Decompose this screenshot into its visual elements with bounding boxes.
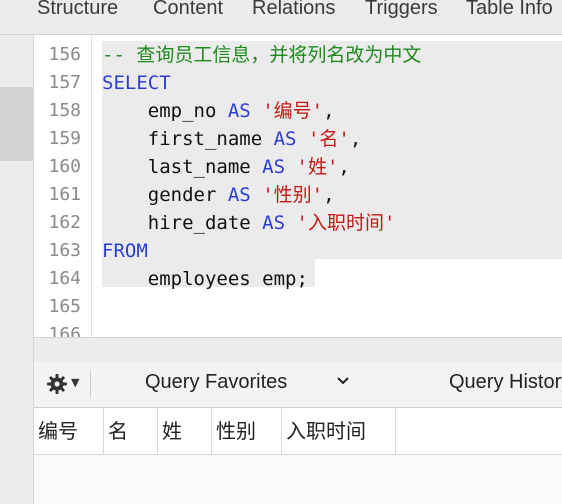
line-number: 157 [48, 72, 81, 93]
line-number: 163 [48, 240, 81, 261]
sql-select-row: gender AS '性别', [102, 181, 335, 209]
sql-select-row: emp_no AS '编号', [102, 97, 335, 125]
sql-comment: -- 查询员工信息，并将列名改为中文 [102, 44, 422, 66]
tab-table-info[interactable]: Table Info [466, 0, 553, 20]
sql-alias: '编号' [262, 100, 324, 122]
query-favorites-button[interactable]: Query Favorites [145, 371, 287, 394]
sql-field: last_name [147, 156, 251, 178]
sql-alias: '入职时间' [296, 212, 396, 234]
query-toolbar: ▼ Query Favorites Query History [34, 362, 562, 408]
column-header[interactable]: 编号 [34, 408, 104, 454]
sql-select-row: hire_date AS '入职时间' [102, 209, 396, 237]
line-number-gutter: 156 157 158 159 160 161 162 163 164 165 … [34, 35, 92, 345]
column-header[interactable]: 名 [104, 408, 158, 454]
gear-icon [47, 374, 67, 394]
sql-field: emp_no [147, 100, 217, 122]
tab-structure[interactable]: Structure [37, 0, 118, 20]
sql-select-row: first_name AS '名', [102, 125, 362, 153]
line-number: 165 [48, 296, 81, 317]
sql-table: employees emp; [147, 268, 308, 290]
line-number: 160 [48, 156, 81, 177]
sql-keyword-as: AS [227, 100, 251, 122]
sql-field: gender [147, 184, 217, 206]
query-editor[interactable]: 156 157 158 159 160 161 162 163 164 165 … [34, 35, 562, 345]
split-view-divider[interactable] [34, 337, 562, 363]
tab-bar: Structure Content Relations Triggers Tab… [0, 0, 562, 35]
sql-keyword-as: AS [227, 184, 251, 206]
tab-relations[interactable]: Relations [252, 0, 335, 20]
line-number: 161 [48, 184, 81, 205]
tab-content[interactable]: Content [153, 0, 223, 20]
column-header[interactable]: 性别 [212, 408, 282, 454]
sql-field: hire_date [147, 212, 251, 234]
sql-alias: '名' [307, 128, 350, 150]
tab-triggers[interactable]: Triggers [365, 0, 438, 20]
sql-keyword-as: AS [273, 128, 297, 150]
line-number: 158 [48, 100, 81, 121]
sql-field: first_name [147, 128, 263, 150]
sql-select-row: last_name AS '姓', [102, 153, 350, 181]
sql-from-row: employees emp; [102, 265, 308, 293]
sidebar [0, 35, 34, 504]
results-table-header: 编号 名 姓 性别 入职时间 [34, 408, 562, 455]
sql-separator: , [338, 156, 350, 178]
chevron-down-icon[interactable] [336, 374, 350, 388]
column-header[interactable]: 入职时间 [282, 408, 396, 454]
sql-alias: '性别' [262, 184, 324, 206]
sql-separator: , [323, 100, 335, 122]
sql-keyword-as: AS [262, 212, 286, 234]
sql-alias: '姓' [296, 156, 339, 178]
line-number: 162 [48, 212, 81, 233]
sql-keyword-as: AS [262, 156, 286, 178]
sql-separator: , [323, 184, 335, 206]
results-table-body[interactable] [34, 455, 562, 504]
sql-separator: , [349, 128, 362, 150]
line-number: 164 [48, 268, 81, 289]
line-number: 159 [48, 128, 81, 149]
query-history-button[interactable]: Query History [449, 371, 562, 394]
gear-menu-button[interactable]: ▼ [44, 370, 91, 398]
sql-keyword-select: SELECT [102, 72, 171, 94]
caret-down-icon: ▼ [71, 376, 80, 389]
sql-keyword-from: FROM [102, 240, 148, 262]
line-number: 156 [48, 44, 81, 65]
column-header[interactable]: 姓 [158, 408, 212, 454]
sidebar-selected-item[interactable] [0, 87, 33, 161]
